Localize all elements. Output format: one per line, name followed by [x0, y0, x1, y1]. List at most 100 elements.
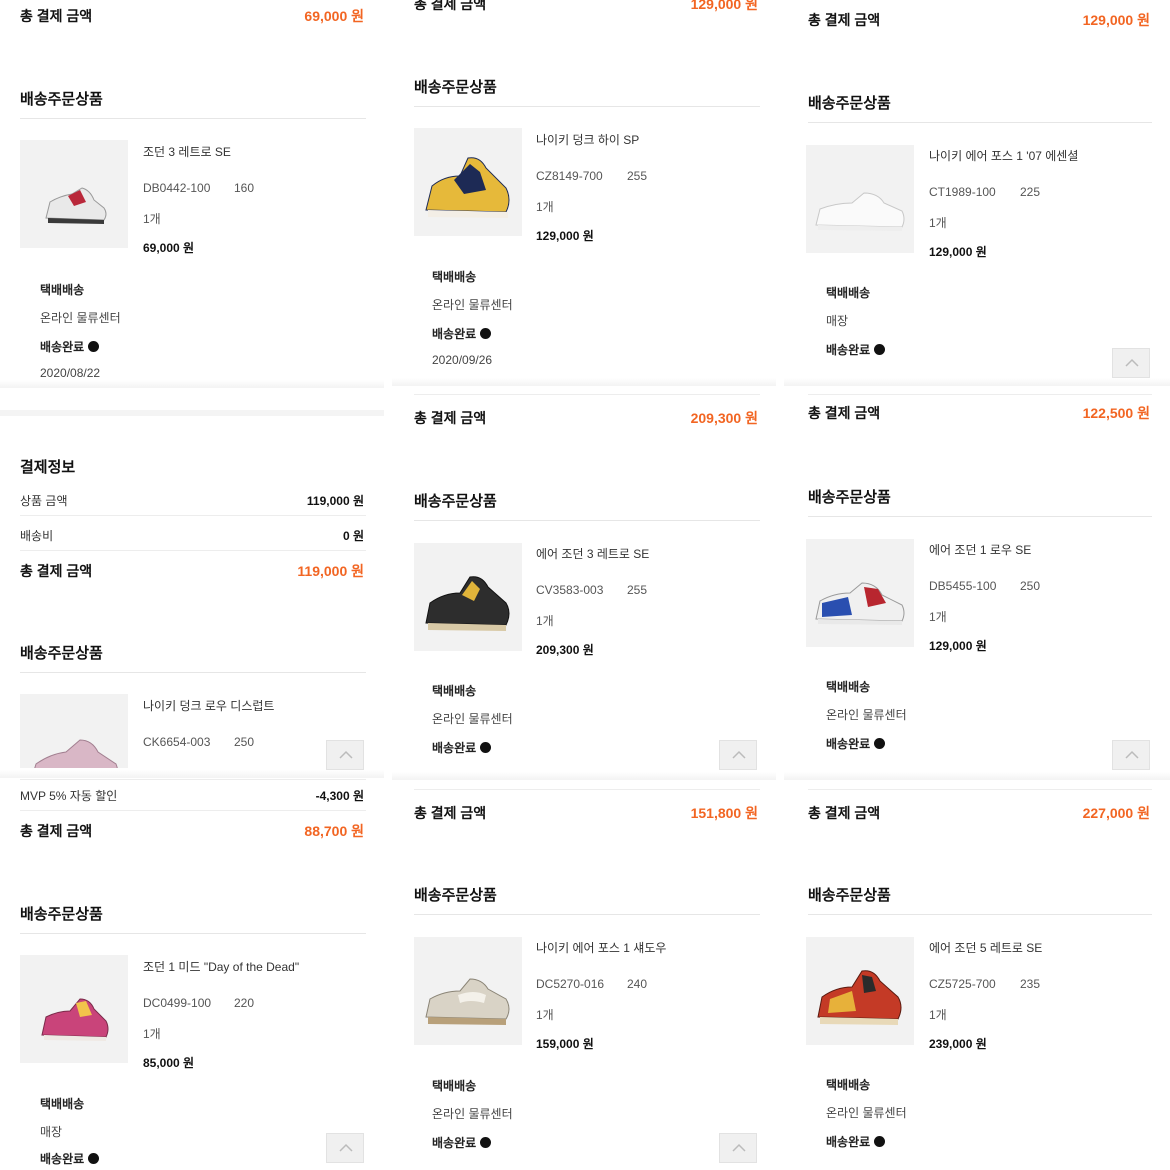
scroll-top-button[interactable] [1112, 348, 1150, 378]
delivery-status-label: 배송완료 [432, 741, 477, 755]
product-code: CT1989-100 [929, 185, 996, 199]
product-name[interactable]: 에어 조던 5 레트로 SE [929, 939, 1042, 956]
chevron-up-icon [339, 750, 353, 759]
delivery-method: 택배배송 [432, 684, 477, 698]
delivery-method: 택배배송 [432, 270, 477, 284]
scroll-top-button[interactable] [326, 1133, 364, 1163]
product-size: 160 [234, 181, 255, 195]
product-qty: 1개 [536, 614, 554, 628]
total-amount: 122,500 원 [1082, 405, 1150, 421]
payment-info-title: 결제정보 [20, 459, 76, 476]
sneaker-black-yellow-icon [425, 576, 510, 631]
product-name[interactable]: 에어 조던 3 레트로 SE [536, 545, 649, 562]
status-dot-icon [874, 738, 886, 749]
product-price: 85,000 원 [143, 1056, 195, 1070]
divider [20, 672, 366, 673]
chevron-up-icon [339, 1143, 353, 1152]
chevron-up-icon [732, 750, 746, 759]
scroll-top-button[interactable] [719, 740, 757, 770]
total-amount: 209,300 원 [690, 410, 758, 426]
delivery-status-label: 배송완료 [432, 1136, 477, 1150]
divider [808, 789, 1152, 790]
status-dot-icon [874, 344, 886, 355]
delivery-status: 배송완료 [826, 341, 886, 358]
status-dot-icon [480, 742, 492, 753]
divider [20, 550, 366, 551]
chevron-up-icon [1125, 358, 1139, 367]
delivery-status-label: 배송완료 [40, 340, 85, 354]
divider [414, 394, 760, 395]
divider [808, 394, 1152, 395]
product-price: 129,000 원 [929, 245, 987, 259]
sneaker-pink-multi-icon [41, 998, 109, 1041]
product-amount-value: 119,000 원 [306, 494, 364, 508]
section-title: 배송주문상품 [808, 887, 891, 904]
divider [808, 914, 1152, 915]
product-image[interactable] [806, 539, 914, 647]
delivery-origin: 매장 [826, 314, 849, 328]
product-size: 255 [627, 169, 648, 183]
product-image[interactable] [414, 543, 522, 651]
product-image[interactable] [414, 128, 522, 236]
product-image[interactable] [20, 140, 128, 248]
divider [20, 515, 366, 516]
delivery-status-label: 배송완료 [826, 737, 871, 751]
delivery-status: 배송완료 [432, 1134, 492, 1151]
product-image[interactable] [806, 937, 914, 1045]
divider [20, 118, 366, 119]
product-image[interactable] [20, 694, 128, 768]
product-size: 220 [234, 996, 255, 1010]
status-dot-icon [88, 341, 100, 352]
delivery-method: 택배배송 [826, 286, 871, 300]
product-name[interactable]: 나이키 덩크 하이 SP [536, 131, 639, 148]
product-name[interactable]: 조던 3 레트로 SE [143, 143, 231, 160]
delivery-method: 택배배송 [432, 1079, 477, 1093]
product-image[interactable] [20, 955, 128, 1063]
product-size: 250 [1020, 579, 1041, 593]
section-title: 배송주문상품 [808, 489, 891, 506]
product-price: 239,000 원 [929, 1037, 987, 1051]
product-name[interactable]: 나이키 에어 포스 1 섀도우 [536, 939, 666, 956]
sneaker-blue-red-icon [815, 582, 905, 625]
scroll-top-button[interactable] [719, 1133, 757, 1163]
total-label: 총 결제 금액 [20, 823, 93, 839]
divider [414, 520, 760, 521]
delivery-status: 배송완료 [40, 1150, 100, 1167]
shipping-fee-value: 0 원 [342, 529, 364, 543]
product-name[interactable]: 에어 조던 1 로우 SE [929, 541, 1031, 558]
divider [20, 779, 366, 780]
delivery-method: 택배배송 [826, 1078, 871, 1092]
delivery-origin: 온라인 물류센터 [432, 1107, 513, 1121]
panel-separator [0, 410, 384, 416]
product-size: 250 [234, 735, 255, 749]
product-price: 209,300 원 [536, 643, 594, 657]
delivery-origin: 온라인 물류센터 [40, 311, 121, 325]
product-name[interactable]: 나이키 덩크 로우 디스럽트 [143, 697, 274, 714]
product-name[interactable]: 나이키 에어 포스 1 '07 에센셜 [929, 147, 1078, 164]
total-label: 총 결제 금액 [414, 805, 487, 821]
product-name[interactable]: 조던 1 미드 "Day of the Dead" [143, 958, 299, 975]
chevron-up-icon [1125, 750, 1139, 759]
divider [20, 810, 366, 811]
product-price: 129,000 원 [929, 639, 987, 653]
section-title: 배송주문상품 [414, 79, 497, 96]
sneaker-grey-beige-icon [425, 978, 510, 1025]
divider [414, 789, 760, 790]
scroll-top-button[interactable] [326, 740, 364, 770]
status-dot-icon [480, 1137, 492, 1148]
delivery-origin: 온라인 물류센터 [826, 708, 907, 722]
scroll-top-button[interactable] [1112, 740, 1150, 770]
product-qty: 1개 [929, 1008, 947, 1022]
total-amount: 119,000 원 [297, 563, 364, 579]
product-qty: 1개 [143, 1027, 161, 1041]
delivery-status-label: 배송완료 [40, 1152, 85, 1166]
total-amount: 69,000 원 [304, 8, 364, 24]
product-size: 235 [1020, 977, 1041, 991]
screenshot-cut [0, 770, 384, 778]
product-qty: 1개 [143, 212, 161, 226]
sneaker-yellow-navy-icon [425, 157, 510, 218]
product-image[interactable] [414, 937, 522, 1045]
product-image[interactable] [806, 145, 914, 253]
product-amount-label: 상품 금액 [20, 494, 68, 508]
screenshot-cut [392, 378, 776, 386]
